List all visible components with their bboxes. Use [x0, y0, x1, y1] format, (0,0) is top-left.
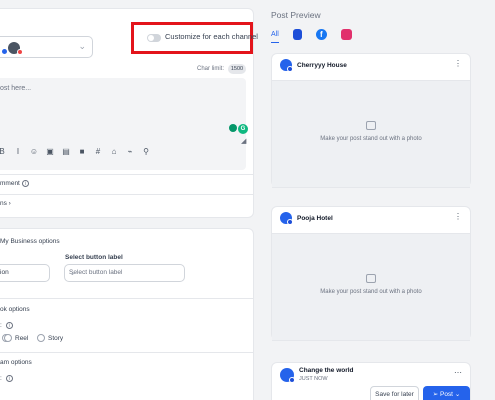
action-select[interactable]: ction ⌄: [0, 264, 50, 282]
more-icon[interactable]: ⋮: [454, 59, 462, 68]
grammarly-icon[interactable]: G: [238, 124, 248, 134]
formatting-toolbar: B I ☺ ▣ ▤ ■ # ⌂ ⌁ ⚲: [0, 145, 152, 159]
char-limit-value: 1500: [228, 64, 246, 74]
google-business-icon[interactable]: [292, 28, 302, 40]
comment-label: mment i: [0, 180, 29, 187]
divider: [0, 352, 254, 353]
ai-assist-icon[interactable]: [229, 124, 237, 132]
avatar: [280, 59, 293, 72]
channel-options-panel: [0, 228, 254, 400]
avatar: [280, 367, 295, 383]
photo-icon: [366, 274, 376, 283]
chevron-down-icon: ⌄: [454, 391, 461, 398]
card-hint: Make your post stand out with a photo: [320, 289, 422, 295]
chevron-down-icon: ⌄: [0, 268, 43, 277]
account-selector[interactable]: ⌄: [0, 36, 93, 58]
video-icon[interactable]: ■: [76, 146, 88, 158]
card-timestamp: JUST NOW: [299, 376, 328, 382]
image-icon[interactable]: ▣: [44, 146, 56, 158]
divider: [0, 174, 254, 175]
card-account-name: Change the world: [299, 367, 354, 374]
info-icon[interactable]: i: [21, 180, 29, 187]
card-hint: Make your post stand out with a photo: [320, 136, 422, 142]
preview-title: Post Preview: [271, 10, 321, 20]
options-label[interactable]: ns ›: [0, 200, 11, 207]
story-label: Story: [48, 335, 64, 342]
divider: [0, 194, 254, 195]
photo-icon: [366, 121, 376, 130]
hashtag-icon[interactable]: #: [92, 146, 104, 158]
reel-radio[interactable]: [4, 334, 12, 342]
chevron-down-icon: ⌄: [78, 41, 86, 51]
send-icon: ➢: [432, 391, 439, 398]
ig-info-row: : i: [0, 375, 13, 382]
emoji-icon[interactable]: ☺: [28, 146, 40, 158]
gmb-options-label: My Business options: [0, 238, 60, 245]
fb-info-row: : i: [0, 322, 13, 329]
instagram-options-label: am options: [0, 359, 32, 366]
facebook-options-label: ok options: [0, 306, 30, 313]
story-radio[interactable]: [37, 334, 45, 342]
account-badge: [2, 49, 7, 54]
account-status-badge: [17, 49, 23, 55]
divider: [0, 298, 254, 299]
customize-toggle[interactable]: [147, 34, 161, 42]
save-for-later-button[interactable]: Save for later: [370, 386, 419, 400]
card-media: Make your post stand out with a photo: [272, 80, 470, 188]
location-icon[interactable]: ⚲: [140, 146, 152, 158]
chevron-down-icon: ⌄: [69, 268, 76, 277]
card-account-name: Pooja Hotel: [297, 214, 333, 222]
info-icon[interactable]: i: [5, 375, 13, 382]
customize-toggle-row[interactable]: Customize for each channel: [131, 22, 258, 54]
reel-label: Reel: [15, 335, 29, 342]
button-label-select[interactable]: Select button label ⌄: [64, 264, 185, 282]
more-icon[interactable]: ⋮: [454, 212, 462, 221]
document-icon[interactable]: ▤: [60, 146, 72, 158]
bold-icon[interactable]: B: [0, 146, 8, 158]
customize-label: Customize for each channel: [165, 32, 258, 41]
avatar: [280, 212, 293, 225]
preview-card: Cherryyy House ⋮ Make your post stand ou…: [271, 53, 471, 188]
card-account-name: Cherryyy House: [297, 61, 347, 69]
link-icon[interactable]: ⌁: [124, 146, 136, 158]
editor-placeholder: ost here...: [0, 85, 32, 92]
more-icon[interactable]: ⋯: [454, 368, 462, 377]
resize-handle-icon[interactable]: ◢: [241, 137, 246, 145]
card-media: Make your post stand out with a photo: [272, 233, 470, 341]
facebook-icon[interactable]: f: [315, 28, 327, 40]
char-limit-label: Char limit:: [197, 66, 225, 72]
tab-all[interactable]: All: [271, 31, 279, 43]
preview-tabs: All f: [271, 27, 352, 43]
tag-icon[interactable]: ⌂: [108, 146, 120, 158]
post-button[interactable]: ➢ Post ⌄: [423, 386, 470, 400]
preview-card: Pooja Hotel ⋮ Make your post stand out w…: [271, 206, 471, 341]
instagram-icon[interactable]: [340, 28, 352, 40]
info-icon[interactable]: i: [5, 322, 13, 329]
select-button-label-heading: Select button label: [65, 254, 123, 261]
italic-icon[interactable]: I: [12, 146, 24, 158]
